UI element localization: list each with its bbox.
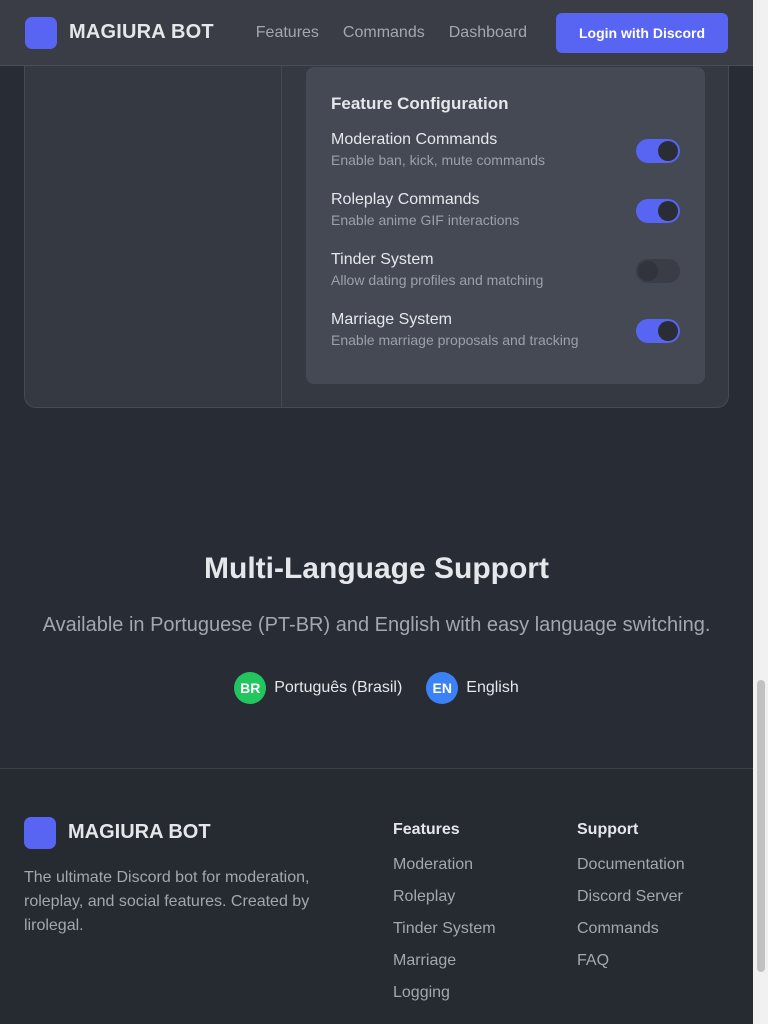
sidebar-divider xyxy=(281,41,282,407)
nav-dashboard-link[interactable]: Dashboard xyxy=(449,24,527,42)
site-footer: MAGIURA BOT The ultimate Discord bot for… xyxy=(0,768,753,1024)
language-name: Português (Brasil) xyxy=(274,679,403,696)
toggle-knob xyxy=(638,261,658,281)
roleplay-toggle[interactable] xyxy=(636,199,680,223)
language-name: English xyxy=(466,679,519,696)
language-section-subtitle: Available in Portuguese (PT-BR) and Engl… xyxy=(42,614,711,636)
footer-features-heading: Features xyxy=(393,821,460,838)
feature-row-moderation: Moderation Commands Enable ban, kick, mu… xyxy=(331,114,680,174)
page-scrollbar[interactable] xyxy=(753,0,768,1024)
tinder-toggle[interactable] xyxy=(636,259,680,283)
footer-link-roleplay[interactable]: Roleplay xyxy=(393,881,496,913)
brand-name[interactable]: MAGIURA BOT xyxy=(69,21,214,44)
dashboard-preview-card: Feature Configuration Moderation Command… xyxy=(24,40,729,408)
feature-configuration-panel: Feature Configuration Moderation Command… xyxy=(306,67,705,384)
footer-link-faq[interactable]: FAQ xyxy=(577,945,685,977)
feature-row-tinder: Tinder System Allow dating profiles and … xyxy=(331,234,680,294)
language-option-ptbr[interactable]: BR Português (Brasil) xyxy=(234,672,402,704)
english-flag-badge: EN xyxy=(426,672,459,704)
nav-commands-link[interactable]: Commands xyxy=(343,24,425,42)
footer-link-logging[interactable]: Logging xyxy=(393,977,496,1009)
feature-description: Enable anime GIF interactions xyxy=(331,212,520,228)
moderation-toggle[interactable] xyxy=(636,139,680,163)
login-with-discord-button[interactable]: Login with Discord xyxy=(556,13,728,53)
top-navbar: MAGIURA BOT Features Commands Dashboard … xyxy=(0,0,753,66)
feature-row-marriage: Marriage System Enable marriage proposal… xyxy=(331,294,680,354)
scrollbar-thumb[interactable] xyxy=(757,680,765,972)
footer-description: The ultimate Discord bot for moderation,… xyxy=(24,869,310,934)
footer-logo-icon xyxy=(24,817,56,849)
feature-name: Moderation Commands xyxy=(331,131,498,148)
language-option-en[interactable]: EN English xyxy=(426,672,519,704)
feature-row-roleplay: Roleplay Commands Enable anime GIF inter… xyxy=(331,174,680,234)
toggle-knob xyxy=(658,321,678,341)
footer-link-commands[interactable]: Commands xyxy=(577,913,685,945)
bot-logo-icon[interactable] xyxy=(25,16,57,49)
nav-features-link[interactable]: Features xyxy=(256,24,319,42)
feature-name: Tinder System xyxy=(331,251,434,268)
footer-support-column: Support Documentation Discord Server Com… xyxy=(577,821,685,977)
feature-name: Roleplay Commands xyxy=(331,191,480,208)
footer-support-heading: Support xyxy=(577,821,639,838)
feature-description: Allow dating profiles and matching xyxy=(331,272,544,288)
footer-link-tinder[interactable]: Tinder System xyxy=(393,913,496,945)
toggle-knob xyxy=(658,201,678,221)
toggle-knob xyxy=(658,141,678,161)
footer-link-moderation[interactable]: Moderation xyxy=(393,849,496,881)
language-section-title: Multi-Language Support xyxy=(204,552,549,585)
feature-description: Enable ban, kick, mute commands xyxy=(331,152,545,168)
footer-brand: MAGIURA BOT xyxy=(68,821,211,843)
feature-description: Enable marriage proposals and tracking xyxy=(331,332,579,348)
footer-features-column: Features Moderation Roleplay Tinder Syst… xyxy=(393,821,496,1009)
language-options: BR Português (Brasil) EN English xyxy=(0,672,753,704)
brazil-flag-badge: BR xyxy=(234,672,267,704)
main-nav: Features Commands Dashboard xyxy=(256,24,551,42)
footer-link-discord-server[interactable]: Discord Server xyxy=(577,881,685,913)
config-title: Feature Configuration xyxy=(331,94,509,113)
feature-name: Marriage System xyxy=(331,311,452,328)
footer-link-marriage[interactable]: Marriage xyxy=(393,945,496,977)
footer-link-documentation[interactable]: Documentation xyxy=(577,849,685,881)
marriage-toggle[interactable] xyxy=(636,319,680,343)
